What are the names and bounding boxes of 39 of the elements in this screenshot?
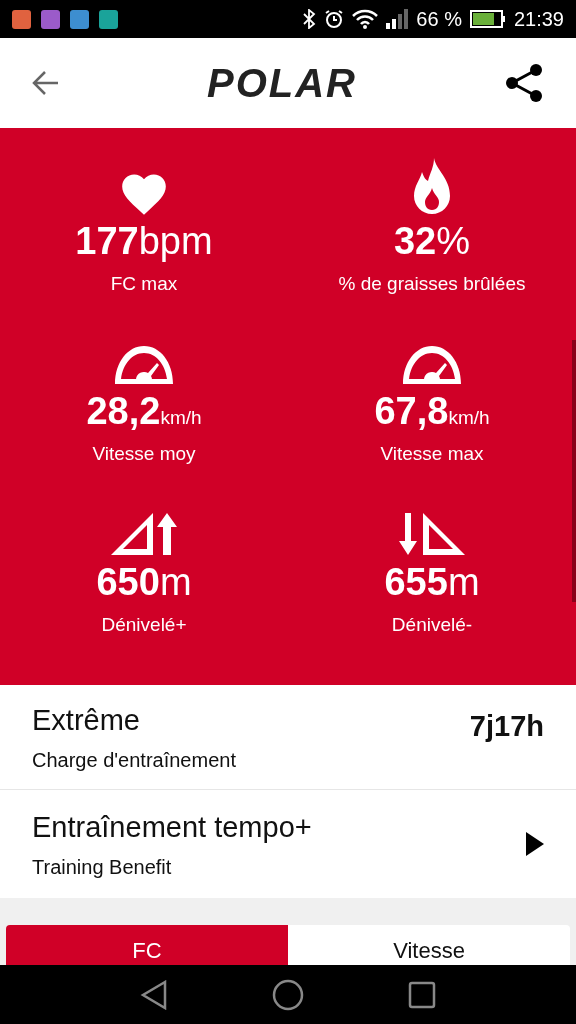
stat-value: 28,2km/h xyxy=(86,392,202,431)
battery-icon xyxy=(469,9,506,29)
stat-label: Vitesse max xyxy=(380,442,484,467)
alarm-clock-icon xyxy=(324,9,345,29)
tab[interactable]: Vitesse xyxy=(288,925,570,965)
recent-apps-button[interactable] xyxy=(408,980,436,1009)
play-arrow-icon xyxy=(526,832,544,856)
app-icon xyxy=(41,9,60,29)
stat-label: Vitesse moy xyxy=(92,442,196,467)
stat-value: 32% xyxy=(393,222,471,260)
back-nav-button[interactable] xyxy=(140,979,168,1010)
stat-label: FC max xyxy=(110,272,178,296)
logo: POLAR xyxy=(207,63,357,103)
clock-time: 21:39 xyxy=(513,7,564,32)
ascent-icon xyxy=(111,512,177,557)
home-button[interactable] xyxy=(272,978,304,1011)
battery-percent: 66 % xyxy=(416,7,462,32)
stat-label: % de graisses brûlées xyxy=(338,272,526,296)
stat-label: Dénivelé+ xyxy=(101,612,187,637)
stat-value: 655m xyxy=(384,562,480,601)
bluetooth-icon xyxy=(302,9,317,29)
recovery-time: 7j17h xyxy=(469,709,544,744)
speedometer-icon xyxy=(402,344,462,387)
benefit-subtitle: Training Benefit xyxy=(32,854,173,880)
benefit-title: Entraînement tempo+ xyxy=(32,810,312,846)
share-button[interactable] xyxy=(504,63,544,103)
stat-label: Dénivelé- xyxy=(391,612,473,637)
tab[interactable]: FC xyxy=(6,925,288,965)
training-benefit-row[interactable]: Entraînement tempo+ Training Benefit xyxy=(0,790,576,898)
stat-value: 67,8km/h xyxy=(374,392,490,431)
wifi-icon xyxy=(352,9,379,29)
signal-icon xyxy=(386,9,409,29)
stat-value: 177bpm xyxy=(75,222,213,260)
descent-icon xyxy=(399,512,465,557)
speedometer-icon xyxy=(114,344,174,387)
stat-value: 650m xyxy=(96,562,192,601)
back-button[interactable] xyxy=(32,70,60,96)
load-title: Extrême xyxy=(32,703,141,739)
load-subtitle: Charge d'entraînement xyxy=(32,747,236,773)
